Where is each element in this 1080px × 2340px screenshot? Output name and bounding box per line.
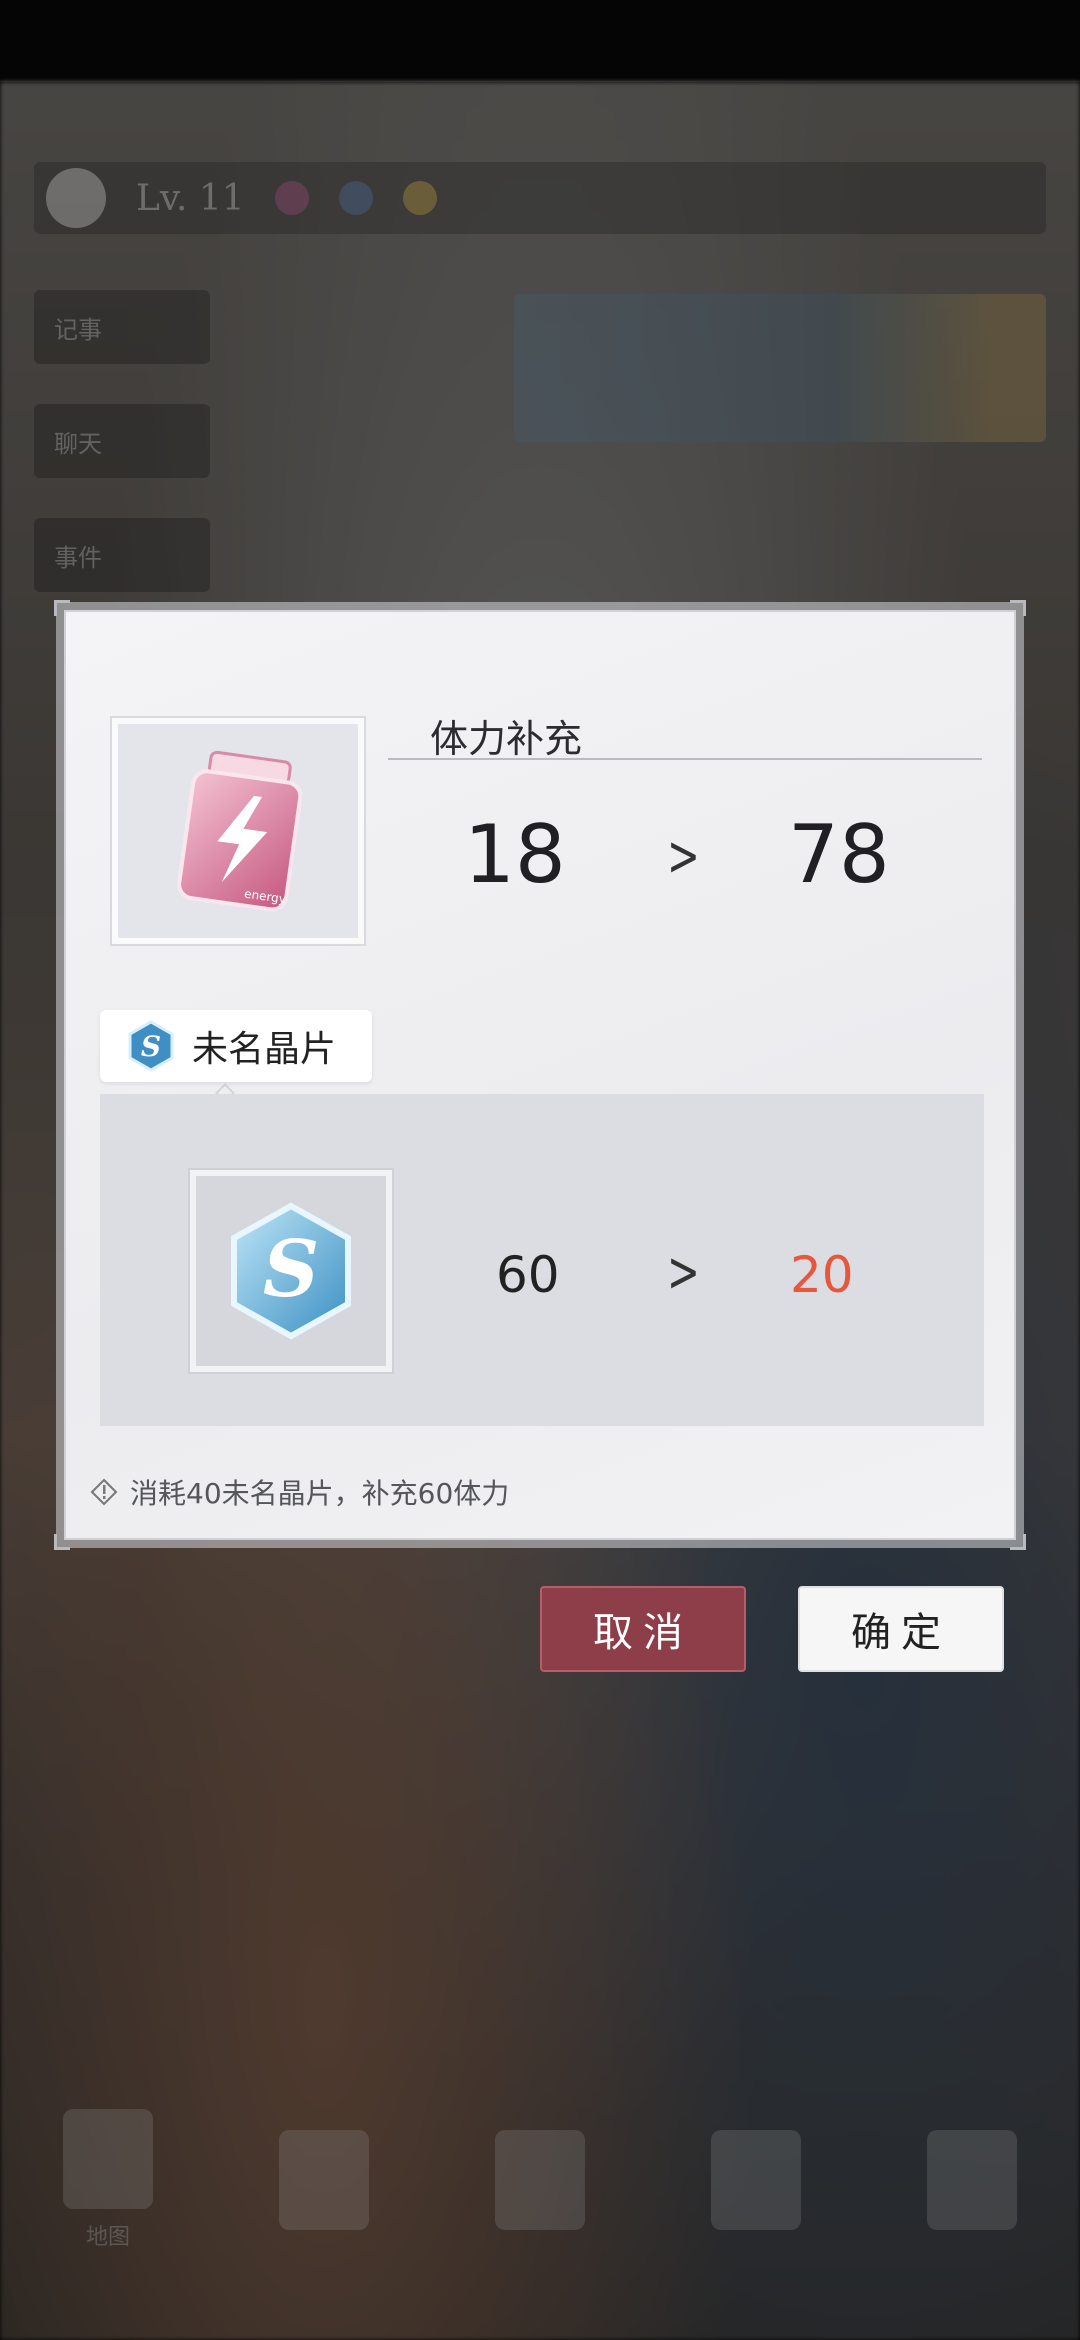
status-bar — [0, 0, 1080, 82]
corner-deco — [54, 1534, 70, 1550]
crystal-s-icon: S — [231, 1202, 351, 1340]
info-diamond-icon — [90, 1478, 118, 1506]
cost-panel: S 60 > 20 — [100, 1094, 984, 1426]
dialog-title: 体力补充 — [430, 717, 583, 761]
energy-item-frame: energy — [110, 716, 366, 946]
chevron-right-icon: > — [667, 1240, 700, 1305]
crystal-s-icon: S — [128, 1020, 174, 1072]
crystal-current: 60 — [496, 1246, 560, 1304]
title-divider — [388, 758, 982, 760]
energy-jar-icon: energy — [177, 750, 303, 912]
hint-text: 消耗40未名晶片，补充60体力 — [130, 1477, 510, 1510]
energy-after: 78 — [788, 808, 890, 901]
stamina-refill-dialog: energy 体力补充 18 > 78 S 60 > 20 S 未名晶片 消耗4… — [54, 600, 1026, 1550]
corner-deco — [54, 600, 70, 616]
crystal-after: 20 — [790, 1246, 854, 1304]
corner-deco — [1010, 600, 1026, 616]
cancel-button[interactable]: 取消 — [540, 1586, 746, 1672]
crystal-item-frame: S — [188, 1168, 394, 1374]
confirm-button[interactable]: 确定 — [798, 1586, 1004, 1672]
svg-text:S: S — [141, 1030, 161, 1063]
energy-current: 18 — [464, 808, 566, 901]
crystal-tab: S 未名晶片 — [100, 1010, 372, 1082]
chevron-right-icon: > — [667, 824, 700, 889]
crystal-tab-label: 未名晶片 — [192, 1029, 337, 1070]
hint-row: 消耗40未名晶片，补充60体力 — [90, 1472, 509, 1512]
svg-text:S: S — [263, 1224, 319, 1315]
corner-deco — [1010, 1534, 1026, 1550]
